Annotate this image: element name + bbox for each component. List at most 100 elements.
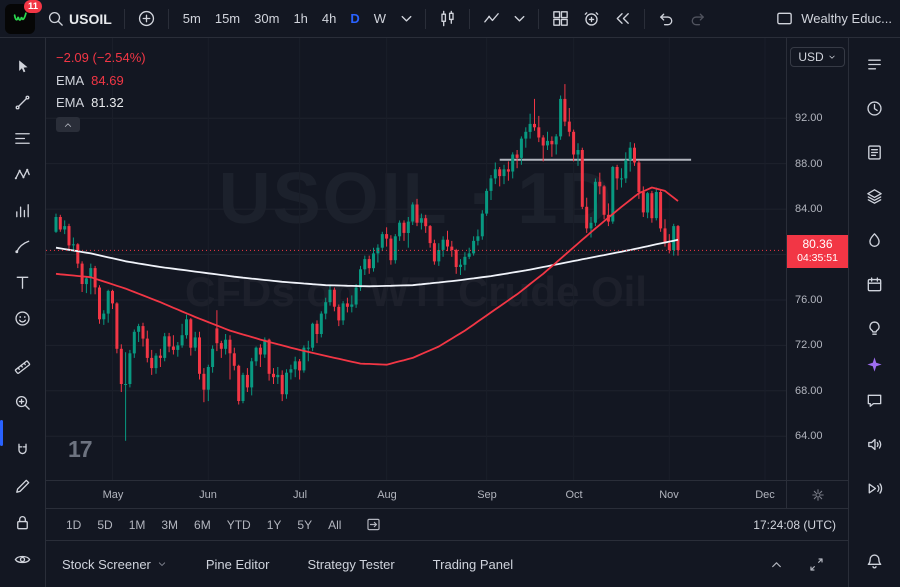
- compare-add-button[interactable]: [132, 5, 161, 33]
- symbol-search-button[interactable]: USOIL: [41, 5, 117, 33]
- tutorials-panel-button[interactable]: [859, 472, 891, 504]
- server-clock: 17:24:08 (UTC): [753, 518, 836, 532]
- toolbar-divider: [469, 9, 470, 29]
- tab-label: Strategy Tester: [307, 557, 394, 572]
- range-ytd[interactable]: YTD: [219, 515, 259, 535]
- watchlist-icon: [865, 55, 884, 74]
- range-5d[interactable]: 5D: [89, 515, 120, 535]
- sparkle-icon: [865, 355, 884, 374]
- fib-icon: [13, 129, 32, 148]
- chat-icon: [865, 391, 884, 410]
- time-axis-month: May: [103, 489, 124, 501]
- measure-tool-button[interactable]: [7, 350, 39, 382]
- fib-retracement-tool-button[interactable]: [7, 122, 39, 154]
- layout-name[interactable]: Wealthy Educ...: [801, 11, 892, 26]
- timeframe-menu-button[interactable]: [395, 5, 418, 33]
- save-layout-button[interactable]: [770, 5, 799, 33]
- tab-label: Stock Screener: [62, 557, 151, 572]
- watchlist-panel-button[interactable]: [859, 48, 891, 80]
- hide-drawings-button[interactable]: [7, 543, 39, 575]
- emoji-tool-button[interactable]: [7, 302, 39, 334]
- tab-stock-screener[interactable]: Stock Screener: [62, 557, 168, 572]
- left-toolbar-scroll-indicator[interactable]: [0, 420, 3, 446]
- pattern-tool-button[interactable]: [7, 158, 39, 190]
- indicators-button[interactable]: [477, 5, 506, 33]
- tradingview-logo-watermark[interactable]: 17: [68, 436, 92, 463]
- currency-selector[interactable]: USD: [790, 47, 844, 67]
- range-6m[interactable]: 6M: [186, 515, 219, 535]
- drawing-mode-button[interactable]: [7, 470, 39, 502]
- right-sidebar: [848, 38, 900, 587]
- ema-slow-row: EMA 81.32: [56, 95, 146, 110]
- timeframe-w[interactable]: W: [367, 6, 393, 32]
- alerts-panel-button[interactable]: [859, 92, 891, 124]
- range-all[interactable]: All: [320, 515, 349, 535]
- calendar-panel-button[interactable]: [859, 268, 891, 300]
- speaker-icon: [865, 435, 884, 454]
- object-tree-panel-button[interactable]: [859, 180, 891, 212]
- ideas-panel-button[interactable]: [859, 312, 891, 344]
- zoom-icon: [13, 393, 32, 412]
- price-scale-settings-button[interactable]: [810, 487, 826, 503]
- tab-pine-editor[interactable]: Pine Editor: [206, 557, 270, 572]
- redo-button[interactable]: [683, 5, 712, 33]
- ema-fast-value: 84.69: [91, 73, 124, 88]
- zoom-in-tool-button[interactable]: [7, 386, 39, 418]
- text-tool-button[interactable]: [7, 266, 39, 298]
- undo-button[interactable]: [652, 5, 681, 33]
- candlestick-chart[interactable]: [46, 38, 786, 480]
- wealthy-education-logo[interactable]: 11: [5, 4, 35, 34]
- hotlists-panel-button[interactable]: [859, 224, 891, 256]
- layout-grid-button[interactable]: [546, 5, 575, 33]
- indicators-menu-button[interactable]: [508, 5, 531, 33]
- go-to-date-button[interactable]: [359, 513, 387, 537]
- ai-assistant-button[interactable]: [859, 348, 891, 380]
- tab-strategy-tester[interactable]: Strategy Tester: [307, 557, 394, 572]
- price-tick-label: 84.00: [795, 203, 823, 215]
- timeframe-1h[interactable]: 1h: [286, 6, 314, 32]
- ruler-icon: [13, 357, 32, 376]
- restore-panel-button[interactable]: [804, 552, 828, 576]
- time-axis[interactable]: MayJunJulAugSepOctNovDec: [46, 480, 848, 508]
- toolbar-divider: [425, 9, 426, 29]
- range-3m[interactable]: 3M: [153, 515, 186, 535]
- cursor-tool-button[interactable]: [7, 50, 39, 82]
- timeframe-5m[interactable]: 5m: [176, 6, 208, 32]
- legend-collapse-button[interactable]: [56, 117, 80, 132]
- bar-replay-button[interactable]: [608, 5, 637, 33]
- tab-trading-panel[interactable]: Trading Panel: [433, 557, 513, 572]
- timeframe-d[interactable]: D: [343, 6, 366, 32]
- streams-panel-button[interactable]: [859, 428, 891, 460]
- news-icon: [865, 143, 884, 162]
- bell-icon: [865, 552, 884, 571]
- toolbar-divider: [538, 9, 539, 29]
- text-icon: [13, 273, 32, 292]
- lock-drawings-button[interactable]: [7, 506, 39, 538]
- gear-icon: [810, 487, 826, 503]
- magnet-mode-button[interactable]: [7, 434, 39, 466]
- range-5y[interactable]: 5Y: [289, 515, 320, 535]
- timeframe-15m[interactable]: 15m: [208, 6, 247, 32]
- notification-count-badge: 11: [24, 0, 42, 13]
- toolbar-divider: [168, 9, 169, 29]
- monitor-icon: [775, 9, 794, 28]
- magnet-icon: [13, 441, 32, 460]
- chart-pane[interactable]: USOIL · 1D CFDs on WTI Crude Oil −2.09 (…: [46, 38, 848, 480]
- timeframe-30m[interactable]: 30m: [247, 6, 286, 32]
- prediction-tool-button[interactable]: [7, 194, 39, 226]
- timeframe-4h[interactable]: 4h: [315, 6, 343, 32]
- timeframe-group: 5m15m30m1h4hDW: [176, 6, 393, 32]
- brush-tool-button[interactable]: [7, 230, 39, 262]
- trend-line-tool-button[interactable]: [7, 86, 39, 118]
- chart-style-button[interactable]: [433, 5, 462, 33]
- range-1y[interactable]: 1Y: [259, 515, 290, 535]
- time-axis-month: Jul: [293, 489, 307, 501]
- notifications-panel-button[interactable]: [859, 545, 891, 577]
- price-axis[interactable]: USD 92.0088.0084.0080.0076.0072.0068.006…: [786, 38, 848, 480]
- range-1m[interactable]: 1M: [121, 515, 154, 535]
- expand-panel-button[interactable]: [764, 552, 788, 576]
- chat-panel-button[interactable]: [859, 384, 891, 416]
- alert-button[interactable]: [577, 5, 606, 33]
- range-1d[interactable]: 1D: [58, 515, 89, 535]
- news-panel-button[interactable]: [859, 136, 891, 168]
